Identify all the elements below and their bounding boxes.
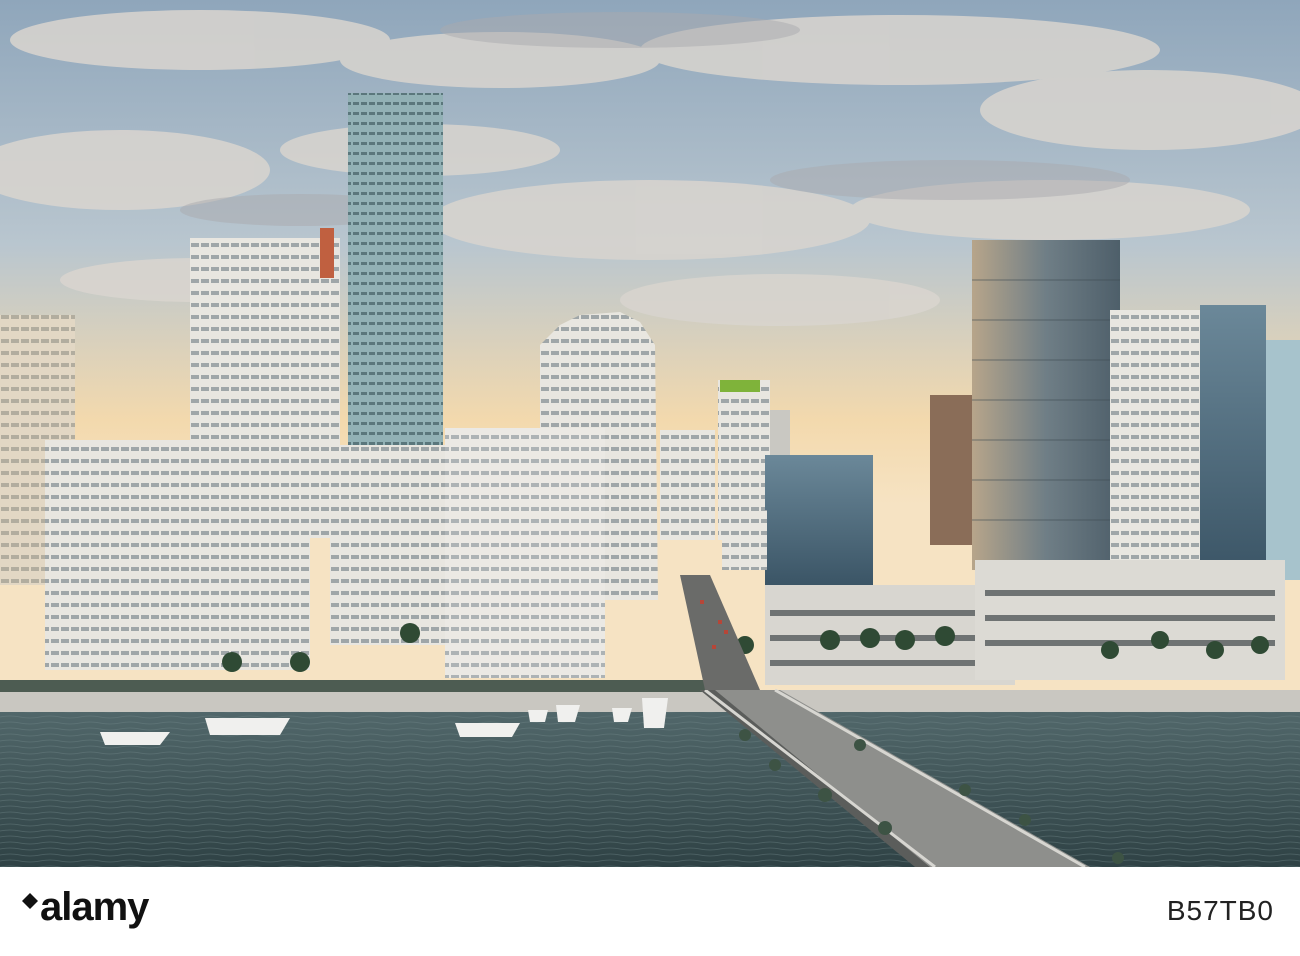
building bbox=[1200, 305, 1266, 575]
logo-text: alamy bbox=[40, 885, 149, 929]
footer-bar: alamy B57TB0 bbox=[0, 867, 1300, 956]
logo-mark-icon bbox=[22, 893, 38, 909]
image-id-label: B57TB0 bbox=[1166, 895, 1274, 926]
building bbox=[1110, 310, 1200, 570]
building bbox=[1266, 340, 1300, 580]
building bbox=[765, 455, 873, 585]
alamy-logo[interactable]: alamy bbox=[22, 881, 232, 941]
building bbox=[660, 430, 715, 540]
building bbox=[930, 395, 972, 545]
building bbox=[722, 510, 767, 570]
building bbox=[330, 445, 450, 645]
skyline-photo bbox=[0, 0, 1300, 867]
building bbox=[45, 440, 310, 670]
